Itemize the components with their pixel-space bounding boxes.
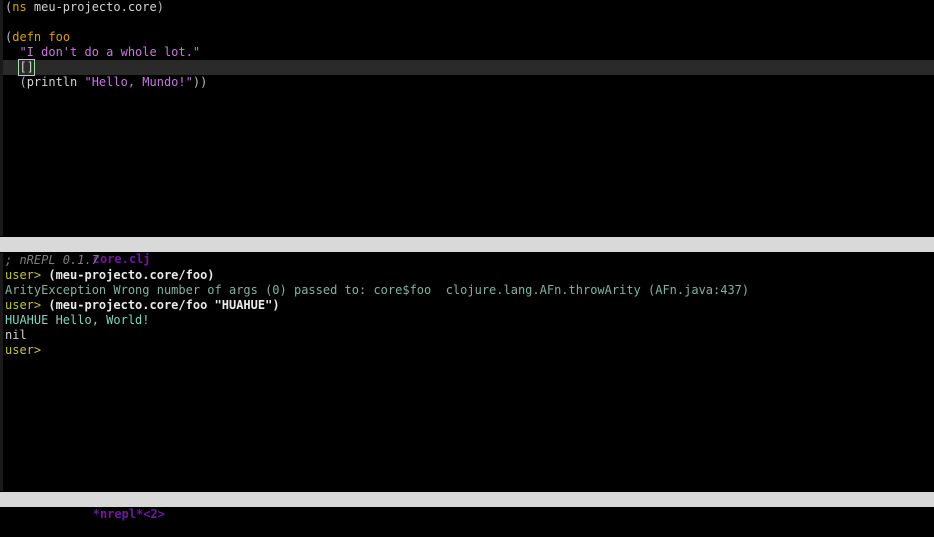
code-token: defn [12,30,42,44]
code-token: ) [156,0,164,14]
code-token: "Hello, Mundo!" [84,75,193,89]
code-line[interactable]: [] [3,59,934,76]
modeline-bottom[interactable]: U:**- *nrepl*<2> All L12 <I> (nREPL ElDo… [0,492,934,521]
code-token: )) [192,75,208,89]
repl-line[interactable]: ; nREPL 0.1.7 [3,253,934,268]
repl-line[interactable]: HUAHUE Hello, World! [3,313,934,328]
repl-token: user> [5,268,49,282]
code-token: meu-projecto.core [26,0,157,14]
repl-token: user> [5,343,49,357]
repl-token: nil [5,328,27,342]
code-line[interactable] [3,15,934,30]
code-token: foo [48,30,71,44]
minibuffer[interactable] [3,508,934,529]
repl-line[interactable]: user> [3,343,934,358]
repl-window-nrepl[interactable]: ; nREPL 0.1.7 user> (meu-projecto.core/fo… [3,253,934,491]
repl-line[interactable]: nil [3,328,934,343]
repl-line[interactable]: user> (meu-projecto.core/foo "HUAHUE") [3,298,934,313]
text-cursor: [] [18,59,35,76]
code-line[interactable]: (println "Hello, Mundo!")) [3,75,934,90]
code-token: "I don't do a whole lot." [19,45,201,59]
editor-window-core-clj[interactable]: (ns meu-projecto.core) (defn foo "I don't… [3,0,934,236]
repl-token: (meu-projecto.core/foo "HUAHUE") [48,298,280,312]
emacs-frame: (ns meu-projecto.core) (defn foo "I don't… [0,0,934,529]
code-line[interactable]: (ns meu-projecto.core) [3,0,934,15]
code-token: ns [12,0,27,14]
repl-line[interactable]: user> (meu-projecto.core/foo) [3,268,934,283]
modeline-top[interactable]: -:**- core.clj All (5,3) <N> (Clojure nR… [0,237,934,266]
repl-token: user> [5,298,49,312]
repl-line[interactable]: ArityException Wrong number of args (0) … [3,283,934,298]
code-token: println [26,75,85,89]
repl-token: (meu-projecto.core/foo) [48,268,215,282]
repl-token: HUAHUE Hello, World! [5,313,150,327]
repl-token: ; nREPL 0.1.7 [5,253,99,267]
code-line[interactable]: (defn foo [3,30,934,45]
code-line[interactable]: "I don't do a whole lot." [3,45,934,60]
code-token: ( [19,75,27,89]
repl-token: ArityException Wrong number of args (0) … [5,283,750,297]
